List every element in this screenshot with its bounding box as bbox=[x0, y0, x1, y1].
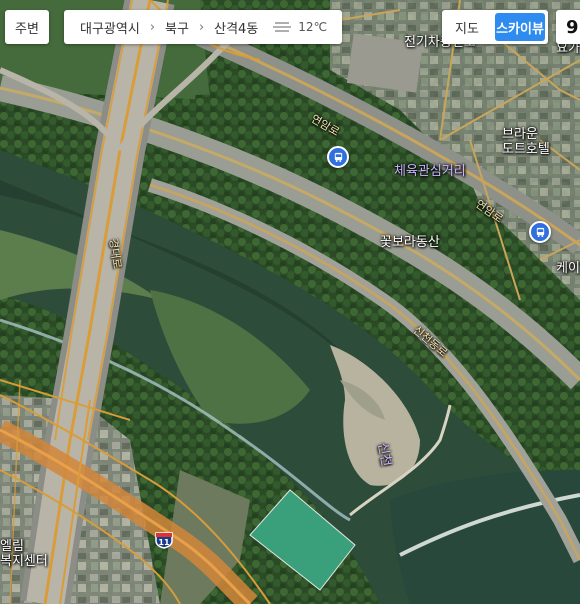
cafe-label[interactable]: 케이 bbox=[556, 262, 580, 275]
extra-button[interactable]: 9 bbox=[556, 10, 580, 44]
flower-mountain-label[interactable]: 꽃보라동산 bbox=[380, 236, 440, 249]
route-number: 11 bbox=[158, 538, 170, 547]
welfare-center-label[interactable]: 엘림 복지센터 bbox=[0, 539, 48, 570]
breadcrumb-district[interactable]: 북구 bbox=[165, 18, 189, 37]
bus-stop-icon[interactable] bbox=[327, 146, 349, 168]
route-shield-icon: 11 bbox=[155, 532, 173, 549]
sports-street-label[interactable]: 체육관심거리 bbox=[394, 165, 466, 178]
chevron-right-icon: › bbox=[149, 19, 156, 35]
bus-icon bbox=[536, 227, 544, 237]
skyview-button[interactable]: 스카이뷰 bbox=[495, 13, 545, 41]
nearby-button[interactable]: 주변 bbox=[5, 10, 49, 44]
bus-stop-icon[interactable] bbox=[529, 221, 551, 243]
chevron-right-icon: › bbox=[198, 19, 205, 35]
sincheon-label[interactable]: 신천 bbox=[374, 441, 393, 467]
breadcrumb-city[interactable]: 대구광역시 bbox=[80, 18, 140, 37]
satellite-map[interactable] bbox=[0, 0, 580, 604]
hotel-label[interactable]: 브라운 도트호텔 bbox=[502, 127, 550, 158]
map-view-button[interactable]: 지도 bbox=[442, 10, 492, 44]
weather-info: 12℃ bbox=[272, 20, 327, 34]
address-breadcrumb[interactable]: 대구광역시 › 북구 › 산격4동 12℃ bbox=[64, 10, 342, 44]
breadcrumb-dong[interactable]: 산격4동 bbox=[214, 18, 258, 37]
haze-icon bbox=[273, 22, 292, 32]
temperature-text: 12℃ bbox=[298, 20, 328, 34]
map-type-toggle[interactable]: 지도 스카이뷰 bbox=[442, 10, 548, 44]
bus-icon bbox=[334, 152, 342, 162]
